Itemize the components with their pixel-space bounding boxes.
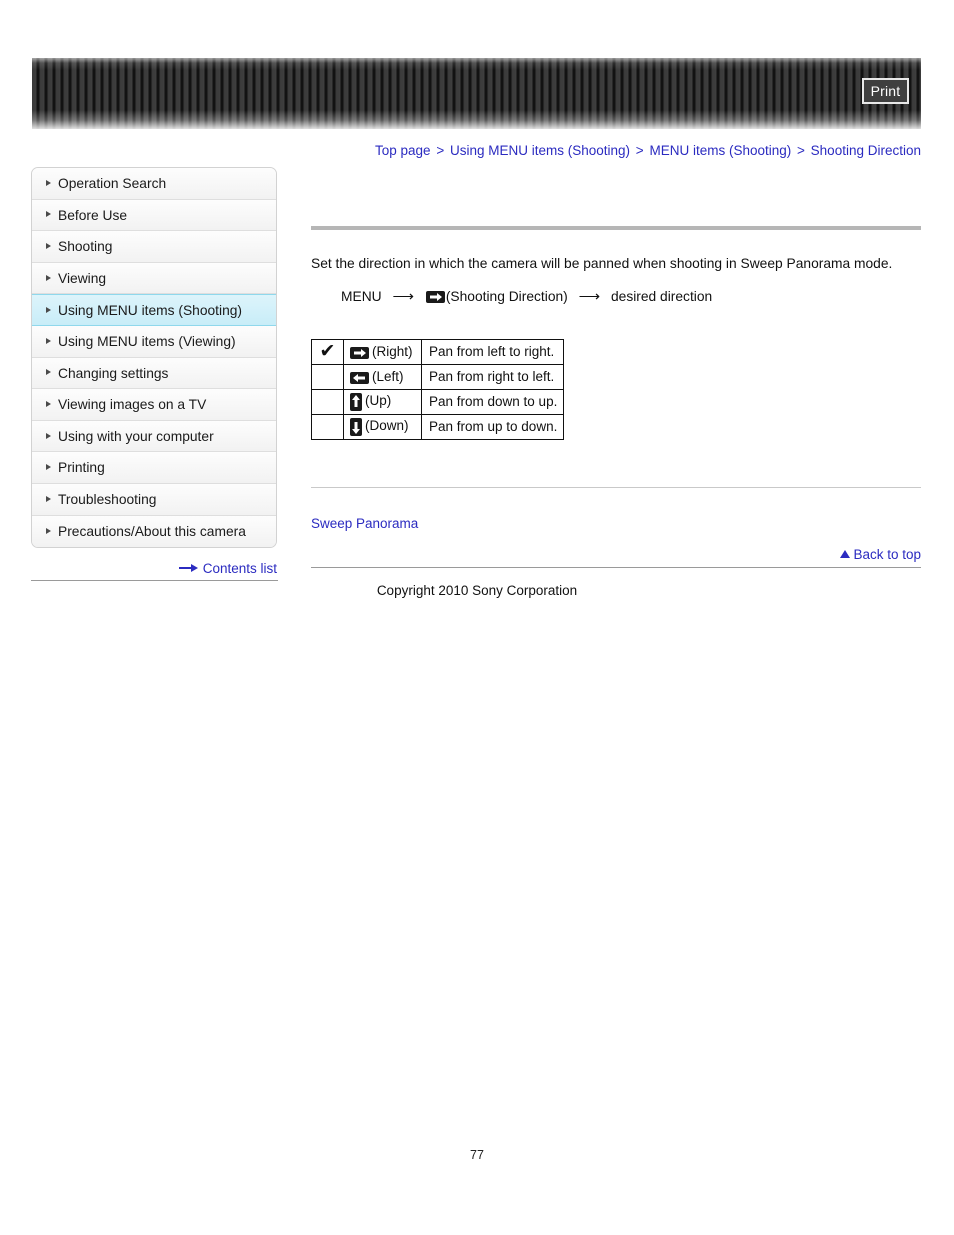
sidebar-item-before-use[interactable]: Before Use	[32, 199, 276, 232]
right-arrow-icon	[178, 561, 199, 576]
menu-path-setting-name: (Shooting Direction)	[445, 288, 568, 304]
sidebar-item-label: Precautions/About this camera	[58, 523, 246, 539]
bullet-arrow-icon	[46, 211, 51, 218]
table-row: (Up) Pan from down to up.	[311, 388, 565, 415]
sidebar-item-using-menu-items-shooting[interactable]: Using MENU items (Shooting)	[32, 294, 276, 326]
option-label: (Left)	[372, 369, 404, 385]
sidebar-item-using-menu-items-viewing[interactable]: Using MENU items (Viewing)	[32, 325, 276, 358]
description-cell: Pan from right to left.	[420, 363, 565, 390]
bullet-arrow-icon	[46, 400, 51, 407]
bullet-arrow-icon	[46, 464, 51, 471]
back-to-top-row: Back to top	[311, 547, 921, 562]
sidebar-item-label: Viewing images on a TV	[58, 397, 207, 413]
menu-path-arrow: ⟶	[392, 287, 414, 305]
print-button[interactable]: Print	[862, 78, 909, 104]
bullet-arrow-icon	[46, 179, 51, 186]
breadcrumb-separator: >	[635, 143, 644, 158]
breadcrumb-item-using-menu-items-shooting[interactable]: Using MENU items (Shooting)	[450, 143, 630, 158]
bullet-arrow-icon	[46, 527, 51, 534]
main-content: Set the direction in which the camera wi…	[311, 167, 921, 568]
breadcrumb-separator: >	[797, 143, 805, 158]
sidebar-item-label: Changing settings	[58, 365, 169, 381]
option-cell: (Left)	[343, 363, 422, 390]
footer-divider	[311, 566, 921, 568]
description-cell: Pan from down to up.	[420, 388, 565, 415]
arrow-down-badge-icon	[350, 417, 362, 436]
description-cell: Pan from left to right.	[420, 338, 565, 365]
menu-path-arrow: ⟶	[578, 287, 601, 305]
arrow-right-badge-icon	[425, 290, 445, 303]
option-cell: (Right)	[343, 338, 422, 365]
table-row: ✔ (Right) Pan from left to right.	[311, 338, 565, 365]
back-to-top-link[interactable]: Back to top	[853, 547, 921, 562]
page-root: Print Top page > Using MENU items (Shoot…	[0, 0, 954, 1235]
header-banner: Print	[32, 58, 921, 129]
breadcrumb-item-menu-items-shooting[interactable]: MENU items (Shooting)	[649, 143, 791, 158]
copyright-text: Copyright 2010 Sony Corporation	[376, 583, 578, 598]
bullet-arrow-icon	[46, 369, 51, 376]
sidebar-item-viewing-images-on-a-tv[interactable]: Viewing images on a TV	[32, 389, 276, 421]
sidebar-item-troubleshooting[interactable]: Troubleshooting	[32, 483, 276, 516]
bullet-arrow-icon	[46, 495, 51, 502]
breadcrumb-item-top-page[interactable]: Top page	[375, 143, 431, 158]
menu-path-start: MENU	[341, 288, 382, 304]
contents-list-label: Contents list	[202, 561, 277, 576]
checkmark-icon: ✔	[319, 341, 336, 363]
sidebar-item-label: Using MENU items (Viewing)	[58, 333, 236, 349]
option-cell: (Down)	[343, 413, 422, 440]
option-label: (Up)	[365, 393, 392, 409]
breadcrumb: Top page > Using MENU items (Shooting) >…	[310, 143, 921, 158]
sidebar-item-printing[interactable]: Printing	[32, 452, 276, 484]
bullet-arrow-icon	[46, 242, 51, 249]
breadcrumb-separator: >	[436, 143, 445, 158]
content-bottom-divider	[311, 486, 921, 488]
default-check-cell	[311, 388, 344, 415]
option-cell: (Up)	[343, 388, 422, 415]
default-check-cell	[311, 363, 344, 390]
intro-paragraph: Set the direction in which the camera wi…	[311, 256, 893, 271]
sidebar-item-label: Using with your computer	[58, 428, 214, 444]
option-label: (Right)	[372, 344, 413, 360]
option-label: (Down)	[365, 418, 409, 434]
bullet-arrow-icon	[46, 432, 51, 439]
menu-path-end: desired direction	[610, 288, 713, 304]
sidebar-item-label: Viewing	[58, 270, 107, 286]
sidebar-bottom-divider	[31, 580, 278, 581]
contents-list-link[interactable]: Contents list	[31, 561, 277, 576]
sidebar-item-shooting[interactable]: Shooting	[32, 231, 276, 263]
shooting-direction-options-table: ✔ (Right) Pan from left to right. (Left)…	[311, 338, 565, 440]
sidebar-item-operation-search[interactable]: Operation Search	[32, 168, 276, 200]
sidebar-item-precautions-about-this-camera[interactable]: Precautions/About this camera	[32, 515, 276, 548]
sidebar-item-using-with-your-computer[interactable]: Using with your computer	[32, 420, 276, 453]
content-top-divider	[311, 226, 921, 230]
sidebar-item-changing-settings[interactable]: Changing settings	[32, 357, 276, 390]
arrow-left-badge-icon	[350, 371, 369, 384]
sidebar-item-label: Shooting	[58, 239, 113, 255]
breadcrumb-item-shooting-direction[interactable]: Shooting Direction	[811, 143, 921, 158]
table-row: (Down) Pan from up to down.	[311, 413, 565, 440]
sidebar-nav: Operation Search Before Use Shooting Vie…	[31, 167, 277, 549]
menu-path-line: MENU ⟶ (Shooting Direction) ⟶ desired di…	[341, 287, 921, 305]
sidebar-item-viewing[interactable]: Viewing	[32, 262, 276, 295]
sidebar-item-label: Printing	[58, 460, 105, 476]
arrow-up-badge-icon	[350, 392, 362, 411]
default-check-cell: ✔	[311, 338, 344, 365]
page-number: 77	[470, 1148, 484, 1162]
sidebar-item-label: Before Use	[58, 207, 128, 223]
sidebar-item-label: Using MENU items (Shooting)	[58, 303, 243, 319]
bullet-arrow-icon	[46, 306, 51, 313]
triangle-up-icon	[840, 550, 851, 559]
default-check-cell	[311, 413, 344, 440]
sidebar-item-label: Troubleshooting	[58, 491, 157, 507]
related-link-sweep-panorama[interactable]: Sweep Panorama	[311, 516, 418, 531]
bullet-arrow-icon	[46, 274, 51, 281]
sidebar-item-label: Operation Search	[58, 176, 167, 191]
description-cell: Pan from up to down.	[420, 413, 565, 440]
bullet-arrow-icon	[46, 337, 51, 344]
arrow-right-badge-icon	[350, 346, 369, 359]
table-row: (Left) Pan from right to left.	[311, 363, 565, 390]
